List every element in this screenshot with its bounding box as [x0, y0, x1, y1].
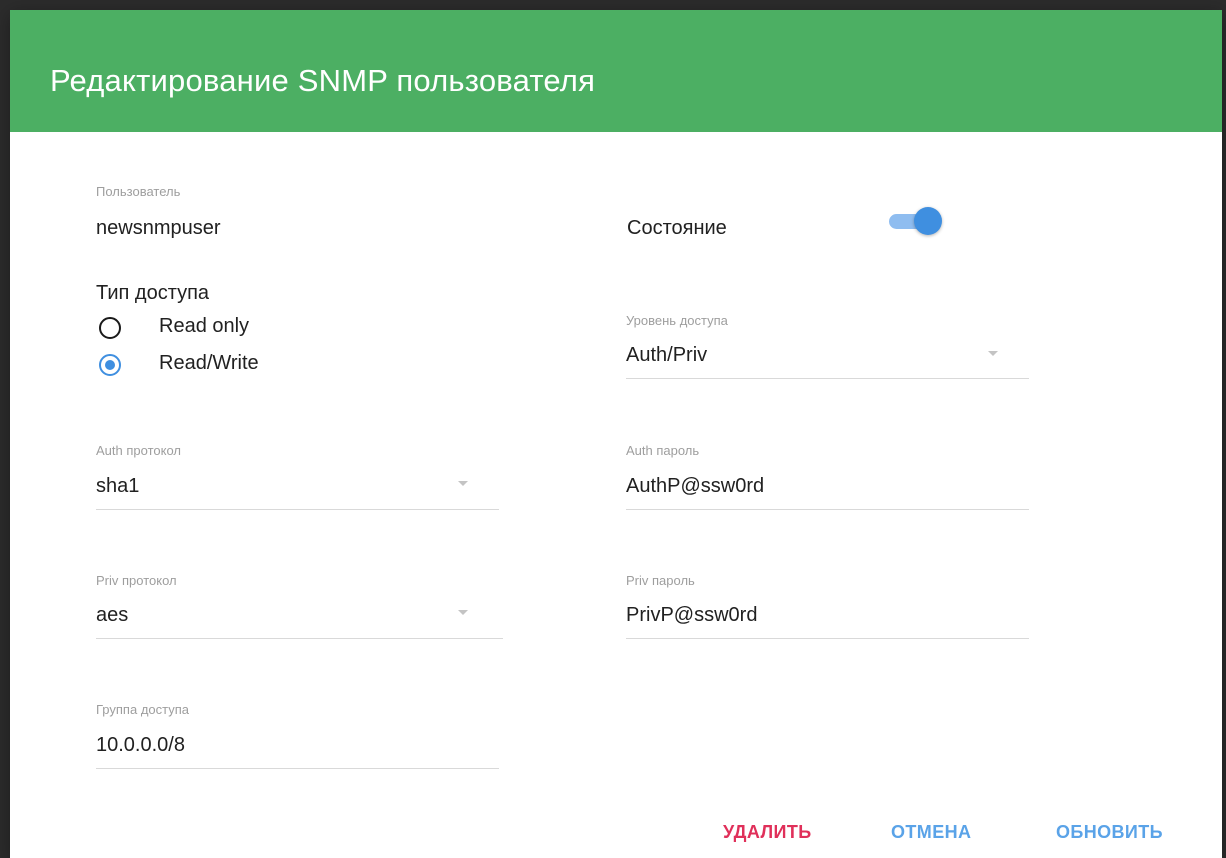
auth-protocol-select[interactable]: sha1 [96, 475, 139, 498]
edit-snmp-user-dialog: Редактирование SNMP пользователя Пользов… [10, 10, 1222, 858]
priv-protocol-label: Priv протокол [96, 573, 177, 588]
state-label: Состояние [627, 217, 727, 239]
access-group-label: Группа доступа [96, 702, 189, 717]
chevron-down-icon[interactable] [458, 610, 468, 615]
chevron-down-icon[interactable] [458, 481, 468, 486]
cancel-button[interactable]: ОТМЕНА [891, 822, 971, 843]
auth-protocol-underline [96, 509, 499, 510]
state-toggle[interactable] [885, 206, 947, 236]
radio-read-write[interactable] [99, 354, 121, 376]
auth-password-field[interactable]: AuthP@ssw0rd [626, 475, 764, 498]
update-button[interactable]: ОБНОВИТЬ [1056, 822, 1163, 843]
radio-read-only-label[interactable]: Read only [159, 315, 249, 338]
auth-protocol-label: Auth протокол [96, 443, 181, 458]
access-type-label: Тип доступа [96, 282, 210, 304]
user-label: Пользователь [96, 184, 181, 199]
access-group-field[interactable]: 10.0.0.0/8 [96, 734, 185, 757]
radio-read-only[interactable] [99, 317, 121, 339]
priv-protocol-select[interactable]: aes [96, 604, 128, 627]
dialog-header: Редактирование SNMP пользователя [10, 10, 1222, 132]
auth-password-underline [626, 509, 1029, 510]
delete-button[interactable]: УДАЛИТЬ [723, 822, 812, 843]
priv-protocol-underline [96, 638, 503, 639]
priv-password-underline [626, 638, 1029, 639]
access-group-underline [96, 768, 499, 769]
priv-password-field[interactable]: PrivP@ssw0rd [626, 604, 757, 627]
user-value: newsnmpuser [96, 217, 221, 239]
auth-password-label: Auth пароль [626, 443, 700, 458]
access-level-underline [626, 378, 1029, 379]
toggle-thumb [914, 207, 942, 235]
dialog-title: Редактирование SNMP пользователя [50, 63, 596, 98]
access-level-label: Уровень доступа [626, 313, 728, 328]
priv-password-label: Priv пароль [626, 573, 695, 588]
chevron-down-icon[interactable] [988, 351, 998, 356]
access-level-select[interactable]: Auth/Priv [626, 344, 707, 367]
radio-read-write-label[interactable]: Read/Write [159, 352, 259, 375]
